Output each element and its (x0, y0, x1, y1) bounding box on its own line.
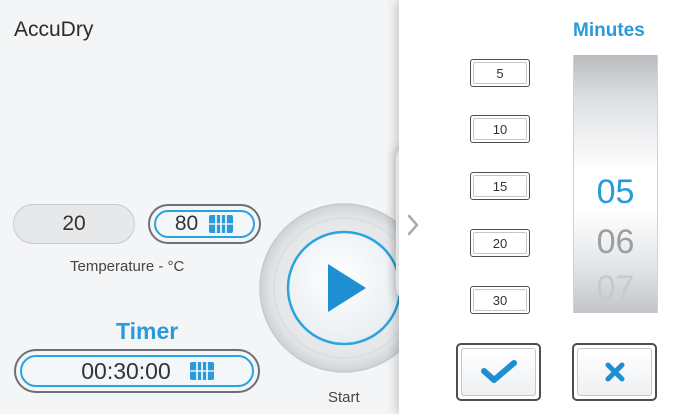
cancel-button[interactable] (572, 343, 657, 401)
temperature-min-field[interactable]: 20 (13, 204, 135, 244)
start-label: Start (328, 389, 360, 406)
wheel-next2-value: 07 (596, 269, 635, 307)
temperature-label: Temperature - °C (70, 258, 185, 275)
preset-button[interactable]: 10 (470, 115, 530, 143)
main-area: AccuDry 20 80 Temperature - °C Timer 00:… (0, 0, 430, 414)
adjust-grip-icon[interactable] (208, 214, 234, 234)
app-title: AccuDry (14, 18, 94, 41)
adjust-grip-icon[interactable] (189, 361, 215, 381)
timer-field[interactable]: 00:30:00 (14, 349, 260, 393)
temperature-min-value: 20 (62, 212, 86, 235)
wheel-selected-value: 05 (596, 173, 635, 211)
temperature-max-field[interactable]: 80 (148, 204, 261, 244)
timer-label: Timer (116, 318, 179, 344)
wheel-next-value: 06 (596, 223, 635, 261)
chevron-right-icon[interactable] (403, 210, 423, 240)
close-icon (605, 362, 624, 382)
minutes-title: Minutes (573, 20, 645, 41)
preset-button[interactable]: 15 (470, 172, 530, 200)
confirm-button[interactable] (456, 343, 541, 401)
preset-button[interactable]: 5 (470, 59, 530, 87)
temperature-max-value: 80 (174, 212, 199, 235)
check-icon (480, 360, 517, 383)
preset-button[interactable]: 30 (470, 286, 530, 314)
timer-value: 00:30:00 (81, 357, 171, 384)
preset-button[interactable]: 20 (470, 229, 530, 257)
minutes-wheel[interactable]: 05 06 07 (573, 55, 658, 313)
